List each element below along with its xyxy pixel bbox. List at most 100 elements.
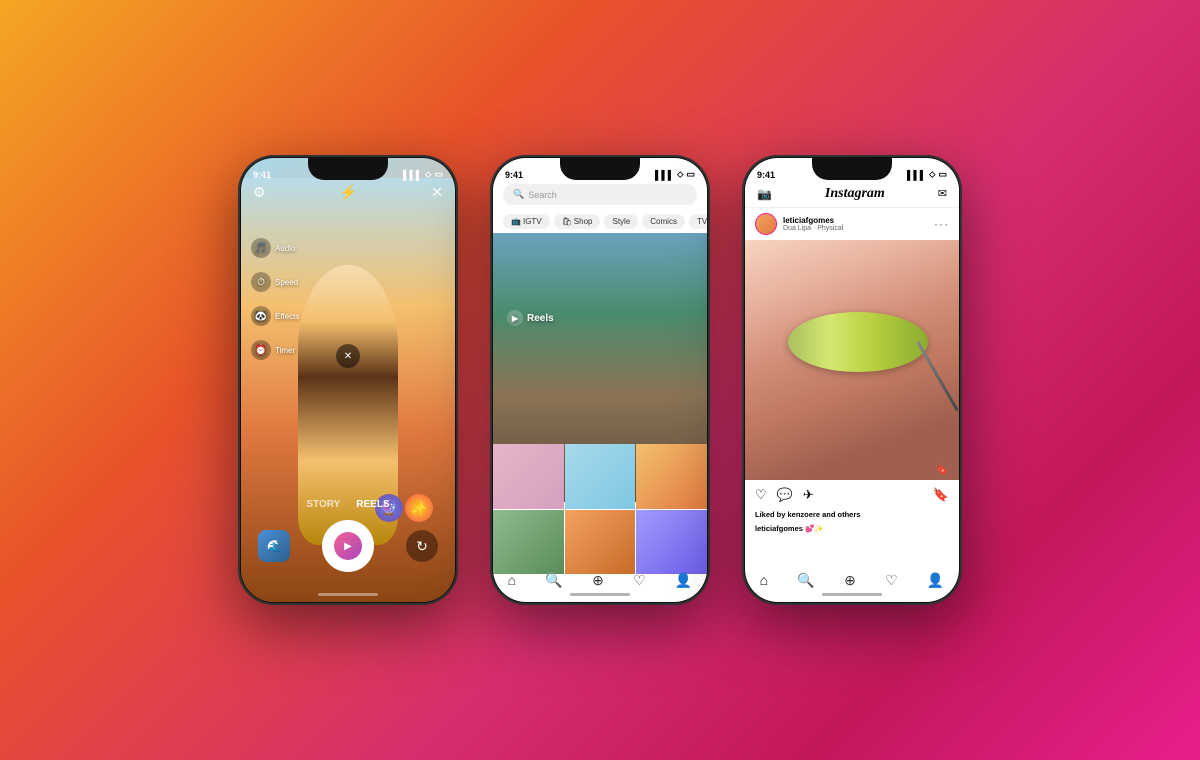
phone-1: 9:41 ▌▌▌ ⬦ ▭ ⚙ ⚡ ✕ 🎵 Audio ⏱ Speed � — [238, 155, 458, 605]
grid-item-6[interactable] — [636, 510, 707, 575]
eye-glitter-detail — [788, 312, 928, 372]
flip-camera-button[interactable]: ↻ — [406, 530, 438, 562]
bookmark-button[interactable]: 🔖 — [933, 487, 949, 503]
search-input[interactable]: 🔍 Search — [503, 184, 697, 205]
notch-1 — [308, 158, 388, 180]
like-button[interactable]: ♡ — [755, 487, 767, 503]
signal-icon-2: ▌▌▌ — [655, 170, 674, 180]
explore-grid — [493, 444, 707, 574]
cancel-button[interactable]: ✕ — [336, 344, 360, 368]
story-mode-tab[interactable]: STORY — [306, 499, 340, 510]
nav-activity-3[interactable]: ♡ — [885, 572, 898, 589]
nav-add-2[interactable]: ⊕ — [592, 572, 604, 589]
camera-controls-left: 🎵 Audio ⏱ Speed 🐼 Effects ⏰ Timer — [251, 238, 299, 360]
grid-item-3[interactable] — [636, 444, 707, 509]
nav-search-3[interactable]: 🔍 — [797, 572, 814, 589]
effects-control[interactable]: 🐼 Effects — [251, 306, 299, 326]
home-indicator-3 — [822, 593, 882, 596]
search-placeholder: Search — [528, 190, 557, 200]
effects-icon: 🐼 — [251, 306, 271, 326]
pill-shop[interactable]: 🛍 Shop — [554, 214, 601, 229]
post-user-info: leticiafgomes Dua Lipa · Physical — [755, 213, 843, 235]
speed-control[interactable]: ⏱ Speed — [251, 272, 299, 292]
send-icon[interactable]: ✉ — [938, 187, 947, 200]
reels-section-label: ▶ Reels — [507, 310, 554, 326]
nav-home-2[interactable]: ⌂ — [508, 572, 516, 588]
nav-search-2[interactable]: 🔍 — [545, 572, 562, 589]
signal-icon-3: ▌▌▌ — [907, 170, 926, 180]
reels-text: Reels — [527, 313, 554, 324]
bottom-nav-2: ⌂ 🔍 ⊕ ♡ 👤 — [493, 566, 707, 594]
grid-item-5[interactable] — [565, 510, 636, 575]
mode-tabs: STORY REELS — [306, 499, 389, 510]
comment-button[interactable]: 💬 — [777, 487, 793, 503]
bottom-nav-3: ⌂ 🔍 ⊕ ♡ 👤 — [745, 566, 959, 594]
grid-item-2[interactable] — [565, 444, 636, 509]
search-icon: 🔍 — [513, 189, 524, 200]
flash-icon[interactable]: ⚡ — [340, 184, 357, 201]
time-2: 9:41 — [505, 170, 523, 180]
post-username[interactable]: leticiafgomes — [783, 216, 843, 225]
post-image: 🔖 ▶ — [745, 240, 959, 480]
shop-label: Shop — [574, 217, 593, 226]
battery-icon-3: ▭ — [938, 169, 947, 180]
timer-control[interactable]: ⏰ Timer — [251, 340, 299, 360]
nav-activity-2[interactable]: ♡ — [633, 572, 646, 589]
audio-icon: 🎵 — [251, 238, 271, 258]
pill-style[interactable]: Style — [604, 214, 638, 229]
gallery-thumbnail[interactable]: 🌊 — [258, 530, 290, 562]
shutter-row: 🌊 ▶ ↻ — [258, 520, 438, 572]
pill-igtv[interactable]: 📺 IGTV — [503, 214, 550, 229]
camera-top-controls: ⚙ ⚡ ✕ — [241, 184, 455, 201]
grid-item-4[interactable] — [493, 510, 564, 575]
share-button[interactable]: ✈ — [803, 487, 814, 503]
caption-username[interactable]: leticiafgomes — [755, 524, 803, 533]
camera-header-icon[interactable]: 📷 — [757, 187, 772, 201]
home-indicator-2 — [570, 593, 630, 596]
eye-closeup-content — [745, 240, 959, 480]
close-icon[interactable]: ✕ — [431, 184, 443, 201]
post-likes: Liked by kenzoere and others — [755, 510, 949, 519]
reels-mode-tab[interactable]: REELS — [356, 499, 389, 510]
audio-control[interactable]: 🎵 Audio — [251, 238, 299, 258]
phone-2: 9:41 ▌▌▌ ⬦ ▭ 🔍 Search 📺 IGTV 🛍 Shop — [490, 155, 710, 605]
igtv-label: IGTV — [523, 217, 542, 226]
battery-icon-2: ▭ — [686, 169, 695, 180]
more-options-button[interactable]: ··· — [934, 217, 949, 231]
avatar[interactable] — [755, 213, 777, 235]
home-indicator-1 — [318, 593, 378, 596]
speed-icon: ⏱ — [251, 272, 271, 292]
instagram-header: 📷 Instagram ✉ — [745, 180, 959, 208]
nav-home-3[interactable]: ⌂ — [760, 572, 768, 588]
shutter-button[interactable]: ▶ — [322, 520, 374, 572]
eyeliner-brush — [916, 341, 959, 412]
battery-icon: ▭ — [434, 169, 443, 180]
comics-label: Comics — [650, 217, 677, 226]
liked-by-text: Liked by kenzoere and others — [755, 510, 860, 519]
grid-item-1[interactable] — [493, 444, 564, 509]
nav-add-3[interactable]: ⊕ — [844, 572, 856, 589]
nav-profile-3[interactable]: 👤 — [927, 572, 944, 589]
shutter-inner-icon: ▶ — [334, 532, 362, 560]
pill-tv[interactable]: TV & Movie — [689, 214, 707, 229]
shop-icon: 🛍 — [562, 217, 572, 226]
tv-label: TV & Movie — [697, 217, 707, 226]
status-icons-3: ▌▌▌ ⬦ ▭ — [907, 169, 947, 180]
category-pills: 📺 IGTV 🛍 Shop Style Comics TV & Movie — [493, 210, 707, 233]
status-icons-2: ▌▌▌ ⬦ ▭ — [655, 169, 695, 180]
camera-bottom: STORY REELS 🌊 ▶ ↻ — [241, 499, 455, 572]
timer-label: Timer — [275, 346, 295, 355]
pill-comics[interactable]: Comics — [642, 214, 685, 229]
post-save-button[interactable]: 🔖 — [935, 463, 949, 476]
wifi-icon-3: ⬦ — [929, 169, 935, 180]
audio-label: Audio — [275, 244, 295, 253]
settings-icon[interactable]: ⚙ — [253, 184, 266, 201]
search-bar-area: 🔍 Search — [493, 180, 707, 209]
post-caption: leticiafgomes 💕✨ — [755, 524, 949, 533]
speed-label: Speed — [275, 278, 298, 287]
timer-icon: ⏰ — [251, 340, 271, 360]
status-icons-1: ▌▌▌ ⬦ ▭ — [403, 169, 443, 180]
nav-profile-2[interactable]: 👤 — [675, 572, 692, 589]
action-icons-left: ♡ 💬 ✈ — [755, 487, 814, 503]
avatar-image — [756, 214, 776, 234]
